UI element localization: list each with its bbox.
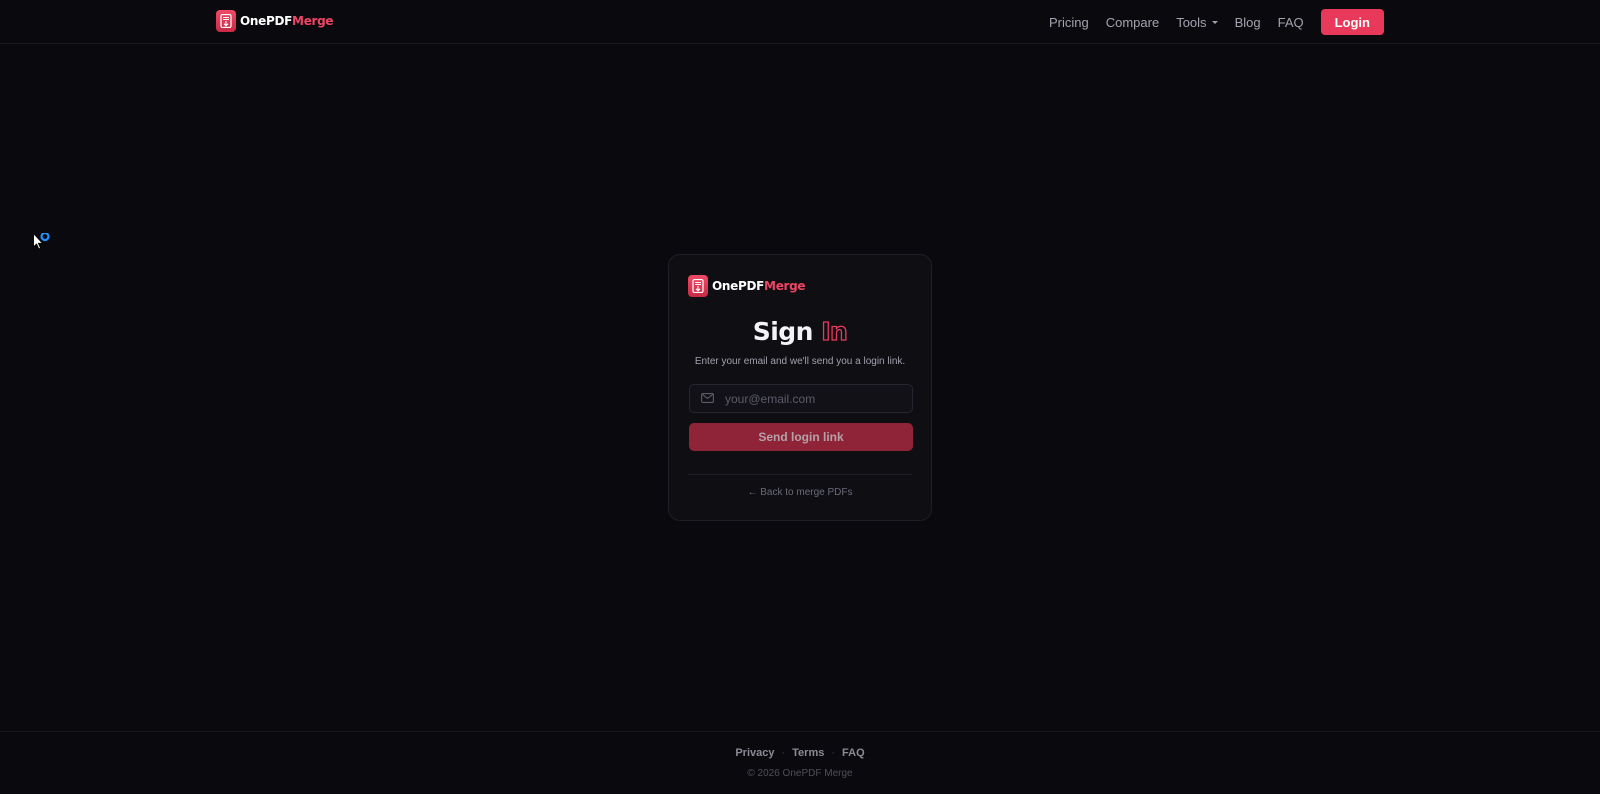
nav-tools-label: Tools (1176, 14, 1207, 30)
email-field[interactable] (689, 384, 913, 413)
footer-separator: · (831, 747, 836, 759)
page-footer: Privacy · Terms · FAQ © 2026 OnePDF Merg… (0, 731, 1600, 794)
footer-privacy-link[interactable]: Privacy (735, 747, 774, 759)
nav-pricing[interactable]: Pricing (1049, 15, 1089, 30)
pdf-merge-icon (688, 275, 708, 297)
footer-links: Privacy · Terms · FAQ (0, 747, 1600, 759)
card-brand-logo[interactable]: OnePDFMerge (688, 275, 806, 297)
card-divider (688, 474, 912, 475)
nav-compare[interactable]: Compare (1106, 15, 1159, 30)
chevron-down-icon (1211, 21, 1218, 24)
mail-icon (701, 390, 714, 408)
main-nav: Pricing Compare Tools Blog FAQ Login (1049, 9, 1384, 35)
send-login-link-button[interactable]: Send login link (689, 423, 913, 451)
footer-faq-link[interactable]: FAQ (842, 747, 865, 759)
pdf-merge-icon (216, 10, 236, 32)
signin-card: OnePDFMerge Sign In Enter your email and… (668, 254, 932, 521)
nav-tools-dropdown[interactable]: Tools (1176, 14, 1218, 30)
card-brand-name: OnePDFMerge (712, 279, 806, 293)
brand-logo[interactable]: OnePDFMerge (216, 10, 334, 32)
copyright-text: © 2026 OnePDF Merge (747, 768, 853, 779)
nav-blog[interactable]: Blog (1235, 15, 1261, 30)
top-navbar: OnePDFMerge Pricing Compare Tools Blog F… (0, 0, 1600, 44)
login-button[interactable]: Login (1320, 9, 1384, 35)
signin-subtitle: Enter your email and we'll send you a lo… (694, 356, 906, 367)
footer-separator: · (781, 747, 786, 759)
nav-faq[interactable]: FAQ (1278, 15, 1304, 30)
signin-title: Sign In (752, 316, 849, 346)
footer-terms-link[interactable]: Terms (792, 747, 824, 759)
brand-name: OnePDFMerge (240, 14, 334, 28)
mouse-cursor-busy-icon (33, 231, 55, 258)
back-to-merge-link[interactable]: ← Back to merge PDFs (669, 487, 931, 498)
email-input[interactable] (725, 391, 905, 406)
